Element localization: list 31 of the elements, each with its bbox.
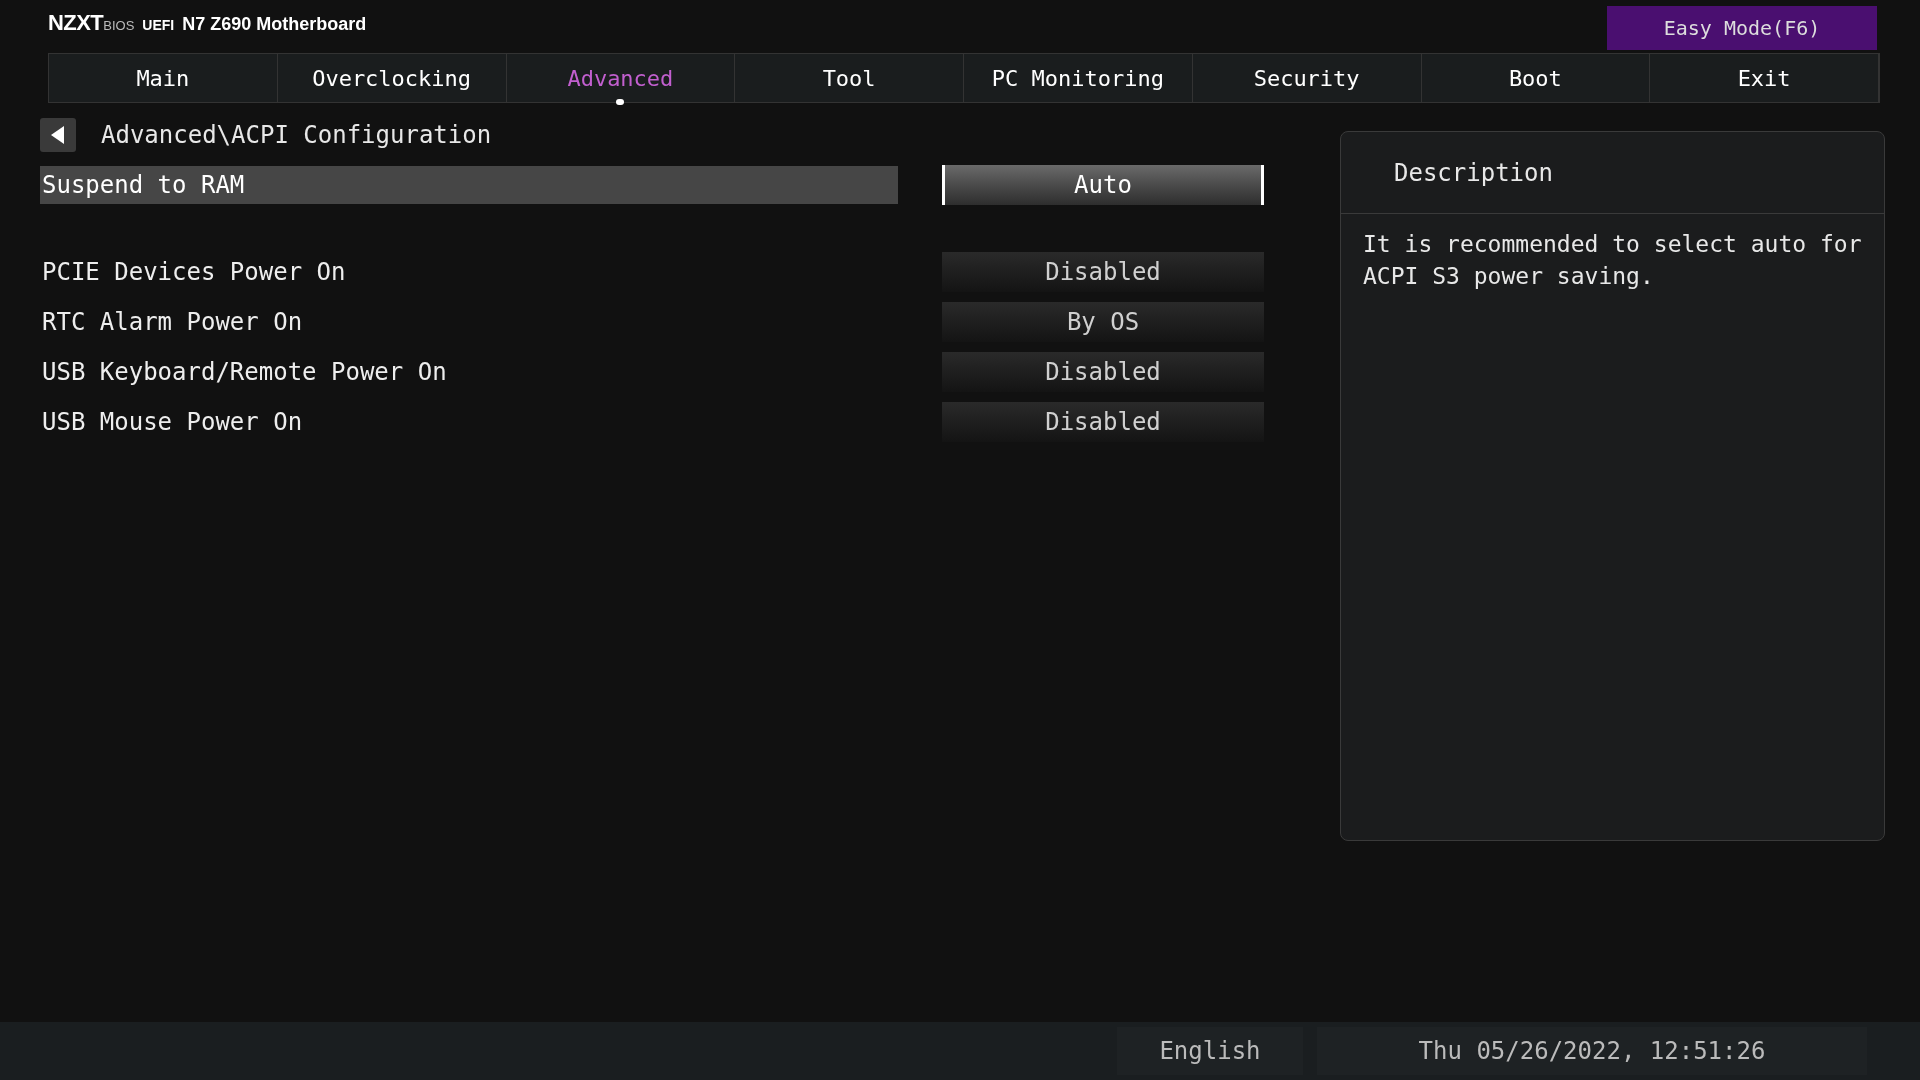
tab[interactable]: Boot [1421, 54, 1651, 102]
setting-label[interactable]: USB Mouse Power On [40, 403, 898, 441]
bios-label: BIOS [103, 18, 135, 35]
tab[interactable]: PC Monitoring [964, 54, 1193, 102]
value-button[interactable]: By OS [942, 302, 1264, 342]
uefi-label: UEFI [142, 16, 175, 35]
board-name: N7 Z690 Motherboard [182, 13, 367, 36]
back-button[interactable] [40, 118, 76, 152]
easy-mode-button[interactable]: Easy Mode(F6) [1607, 6, 1877, 50]
description-text: It is recommended to select auto for ACPI S3 power saving. [1362, 230, 1863, 291]
value-button[interactable]: Disabled [942, 402, 1264, 442]
value-button[interactable]: Disabled [942, 352, 1264, 392]
value-button[interactable]: Disabled [942, 252, 1264, 292]
setting-label[interactable]: RTC Alarm Power On [40, 303, 898, 341]
tab[interactable]: Overclocking [277, 54, 507, 102]
tab[interactable]: Exit [1650, 54, 1879, 102]
setting-label[interactable]: PCIE Devices Power On [40, 253, 898, 291]
setting-label[interactable]: USB Keyboard/Remote Power On [40, 353, 898, 391]
breadcrumb: Advanced\ACPI Configuration [101, 120, 492, 151]
tab[interactable]: Advanced [506, 54, 736, 102]
setting-label[interactable]: Suspend to RAM [40, 166, 898, 204]
date-time: Thu 05/26/2022, 12:51:26 [1317, 1027, 1867, 1075]
value-button[interactable]: Auto [942, 165, 1264, 205]
brand-logo: NZXT [48, 9, 104, 37]
tab[interactable]: Tool [735, 54, 964, 102]
description-title: Description [1394, 157, 1553, 189]
selected-indicator [616, 99, 625, 105]
tab[interactable]: Main [49, 54, 278, 102]
tab[interactable]: Security [1192, 54, 1422, 102]
back-arrow-icon [51, 126, 65, 144]
language-selector[interactable]: English [1117, 1027, 1303, 1075]
